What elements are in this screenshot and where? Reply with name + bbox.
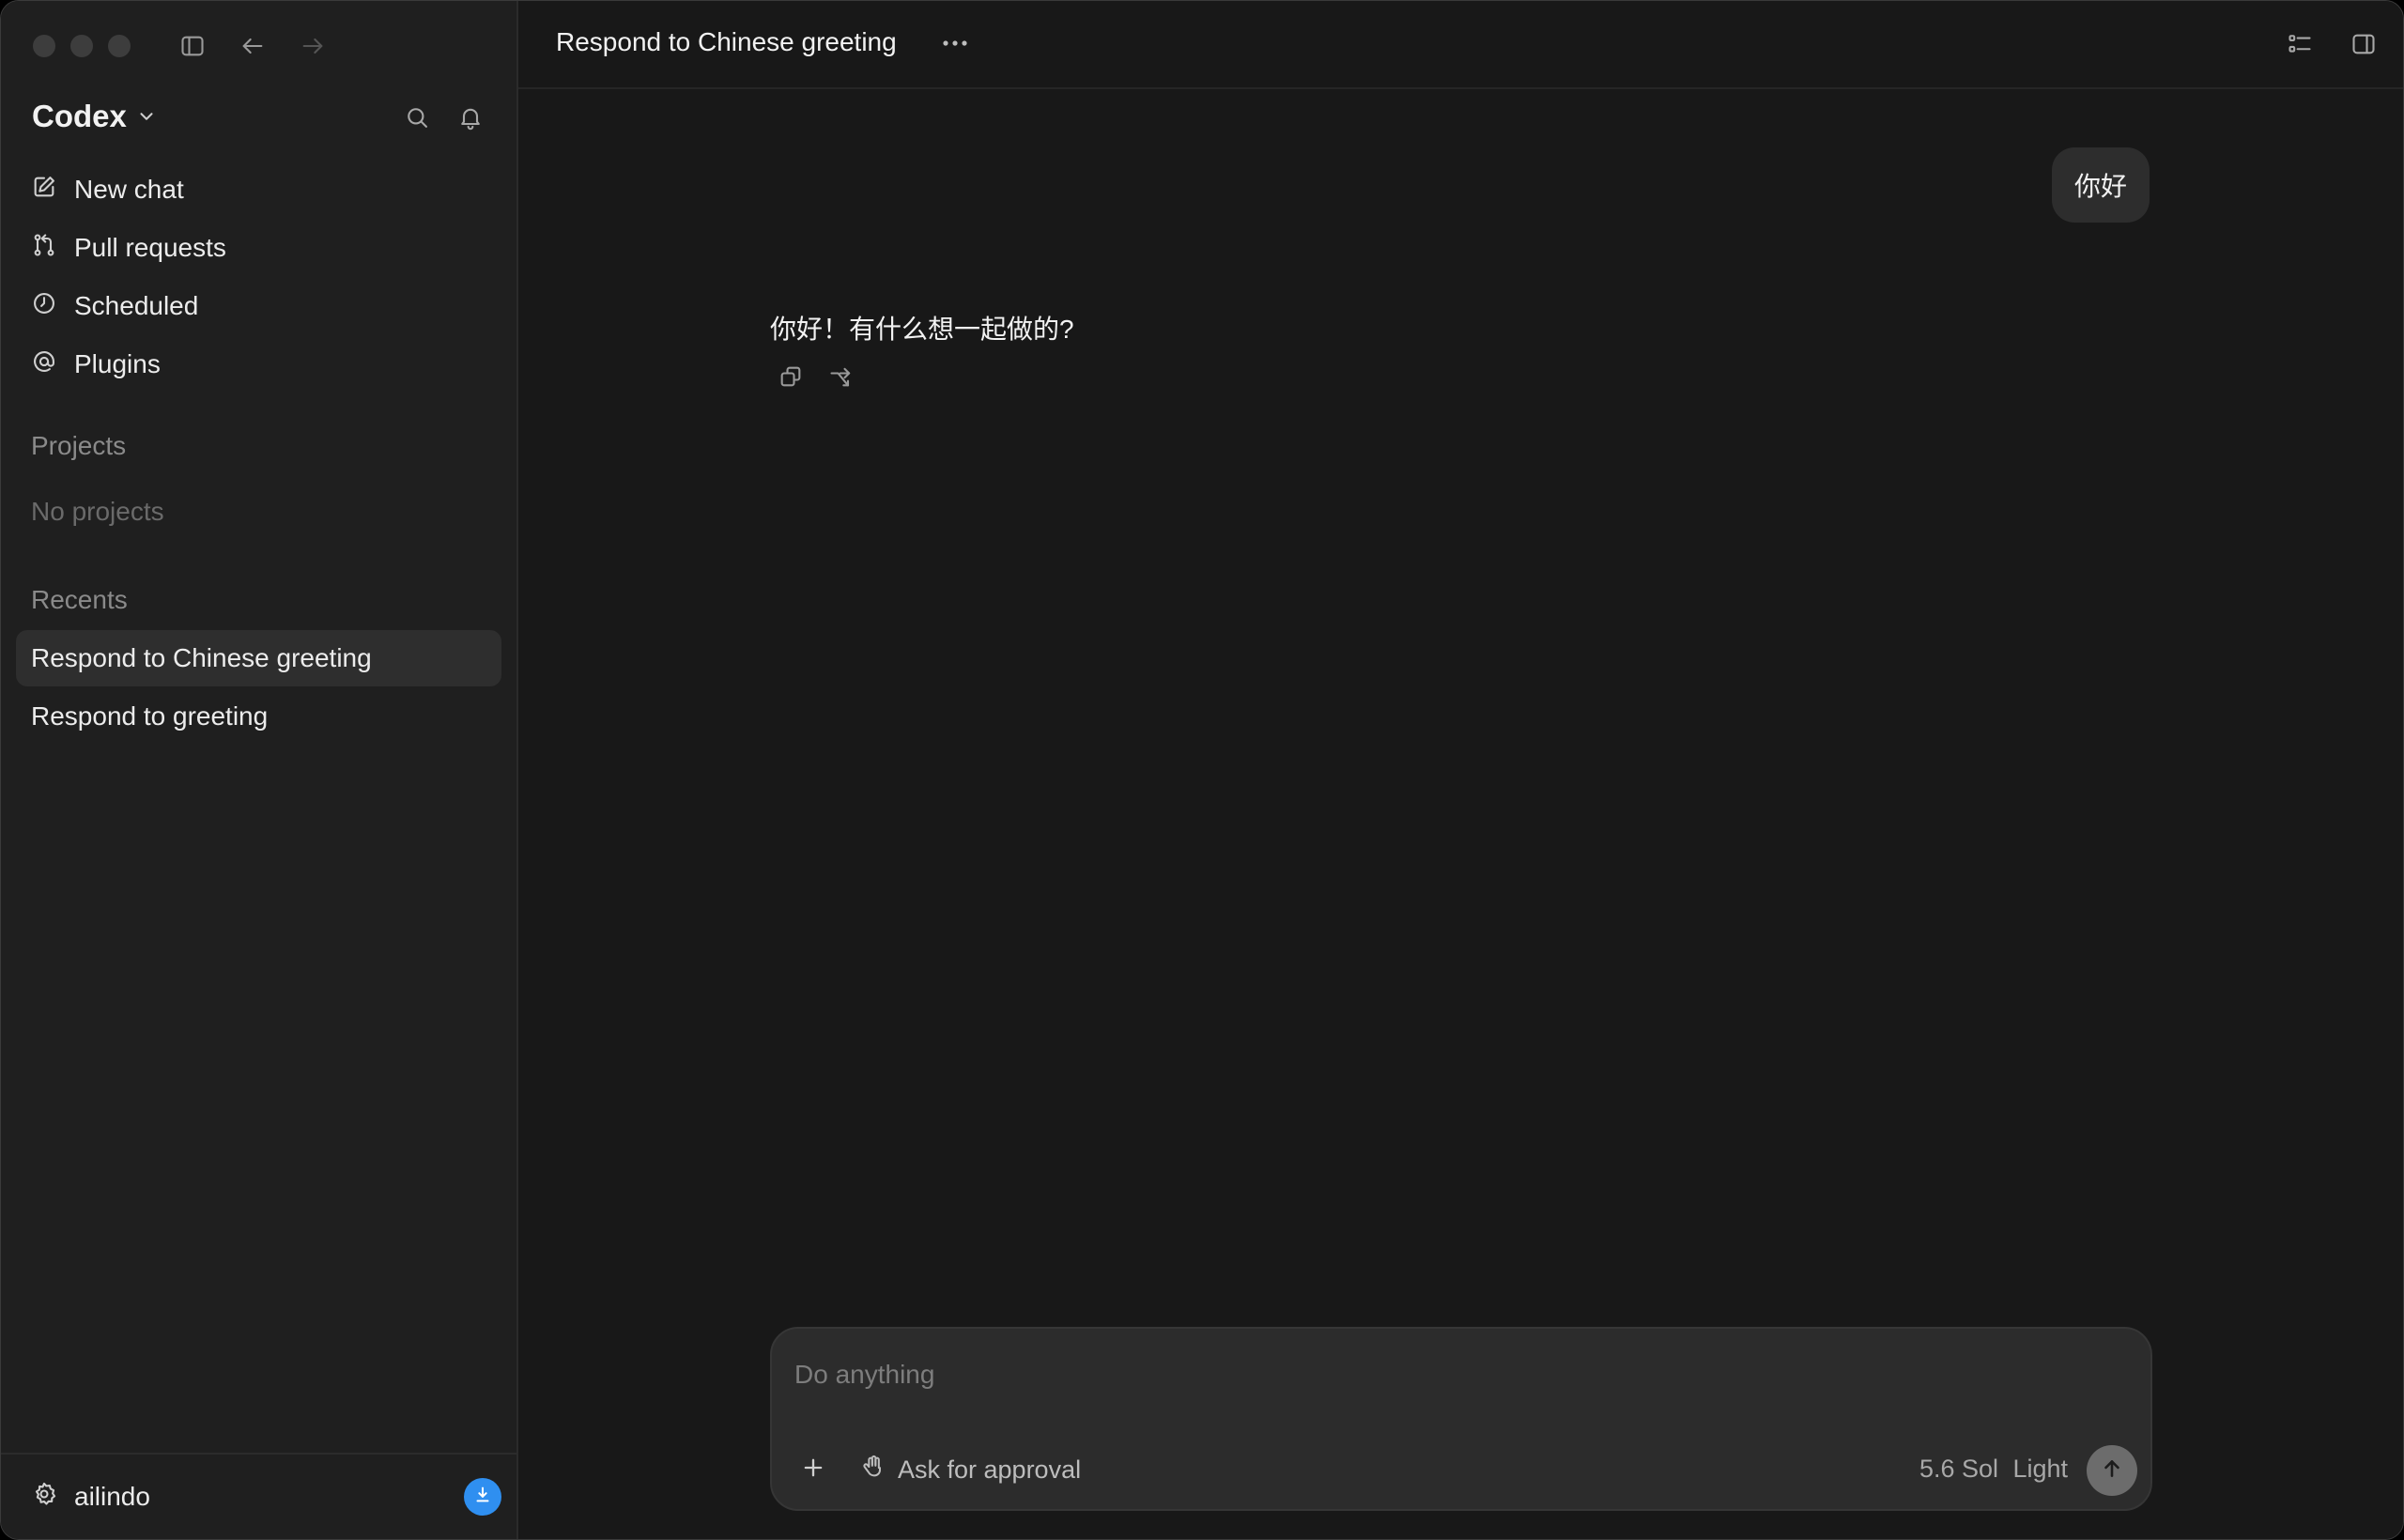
chevron-down-icon <box>136 99 157 134</box>
approval-mode-button[interactable]: Ask for approval <box>860 1451 1081 1488</box>
clock-icon <box>31 290 57 323</box>
download-icon <box>472 1485 493 1510</box>
settings-button[interactable]: ailindo <box>31 1481 150 1514</box>
assistant-message: 你好！有什么想一起做的? <box>770 315 1074 344</box>
gear-icon <box>31 1481 57 1514</box>
recents-list: Respond to Chinese greeting Respond to g… <box>16 630 501 747</box>
sidebar: Codex New chat Pull requests Scheduled P… <box>1 1 518 1539</box>
chat-title: Respond to Chinese greeting <box>556 27 897 56</box>
sidebar-item-plugins[interactable]: Plugins <box>16 335 501 393</box>
send-button[interactable] <box>2087 1445 2137 1496</box>
user-name: ailindo <box>74 1482 150 1511</box>
sidebar-item-label: Scheduled <box>74 291 199 320</box>
effort-selector[interactable]: Light <box>2012 1455 2068 1484</box>
close-window-button[interactable] <box>33 35 55 57</box>
model-selector[interactable]: 5.6 Sol <box>1919 1455 1998 1484</box>
projects-heading: Projects <box>31 431 127 460</box>
approval-mode-label: Ask for approval <box>898 1455 1082 1484</box>
message-input[interactable] <box>793 1353 2111 1396</box>
sidebar-item-label: Pull requests <box>74 233 226 262</box>
toggle-side-panel-icon[interactable] <box>2345 25 2382 63</box>
sidebar-nav: New chat Pull requests Scheduled Plugins <box>16 161 501 393</box>
edit-icon <box>31 174 57 207</box>
sidebar-item-label: New chat <box>74 175 184 204</box>
sidebar-footer: ailindo <box>1 1453 516 1539</box>
copy-icon[interactable] <box>774 360 808 393</box>
sidebar-item-new-chat[interactable]: New chat <box>16 161 501 219</box>
workspace-switcher[interactable]: Codex <box>32 99 157 134</box>
search-icon[interactable] <box>398 99 436 136</box>
projects-empty-text: No projects <box>31 497 164 526</box>
plus-icon <box>800 1455 826 1486</box>
sidebar-item-label: Plugins <box>74 349 161 378</box>
attach-button[interactable] <box>794 1451 832 1488</box>
download-update-button[interactable] <box>464 1478 501 1516</box>
pull-request-icon <box>31 232 57 265</box>
message-actions <box>774 360 858 393</box>
sidebar-item-scheduled[interactable]: Scheduled <box>16 277 501 335</box>
more-options-button[interactable] <box>936 27 974 61</box>
recent-chat-label: Respond to Chinese greeting <box>31 643 372 672</box>
forward-arrow-icon[interactable] <box>294 27 331 65</box>
sidebar-item-pull-requests[interactable]: Pull requests <box>16 219 501 277</box>
recent-chat-label: Respond to greeting <box>31 701 269 731</box>
minimize-window-button[interactable] <box>70 35 93 57</box>
app-window: Codex New chat Pull requests Scheduled P… <box>0 0 2404 1540</box>
user-message: 你好 <box>2051 147 2150 223</box>
back-arrow-icon[interactable] <box>234 27 271 65</box>
window-controls <box>33 35 131 57</box>
task-list-icon[interactable] <box>2281 25 2319 63</box>
chat-panel: Respond to Chinese greeting 你好 你好！有什么想一起… <box>518 1 2403 1539</box>
toggle-sidebar-icon[interactable] <box>174 27 211 65</box>
recent-chat-item[interactable]: Respond to Chinese greeting <box>16 630 501 686</box>
zoom-window-button[interactable] <box>108 35 131 57</box>
hand-icon <box>860 1454 886 1486</box>
chat-header: Respond to Chinese greeting <box>518 1 2403 89</box>
at-sign-icon <box>31 348 57 381</box>
message-composer: Ask for approval 5.6 Sol Light <box>770 1327 2152 1511</box>
recent-chat-item[interactable]: Respond to greeting <box>16 688 501 745</box>
arrow-up-icon <box>2100 1456 2124 1486</box>
recents-heading: Recents <box>31 585 128 614</box>
fork-icon[interactable] <box>824 360 858 393</box>
bell-icon[interactable] <box>452 99 489 136</box>
more-horizontal-icon <box>942 36 968 53</box>
app-name: Codex <box>32 99 127 133</box>
